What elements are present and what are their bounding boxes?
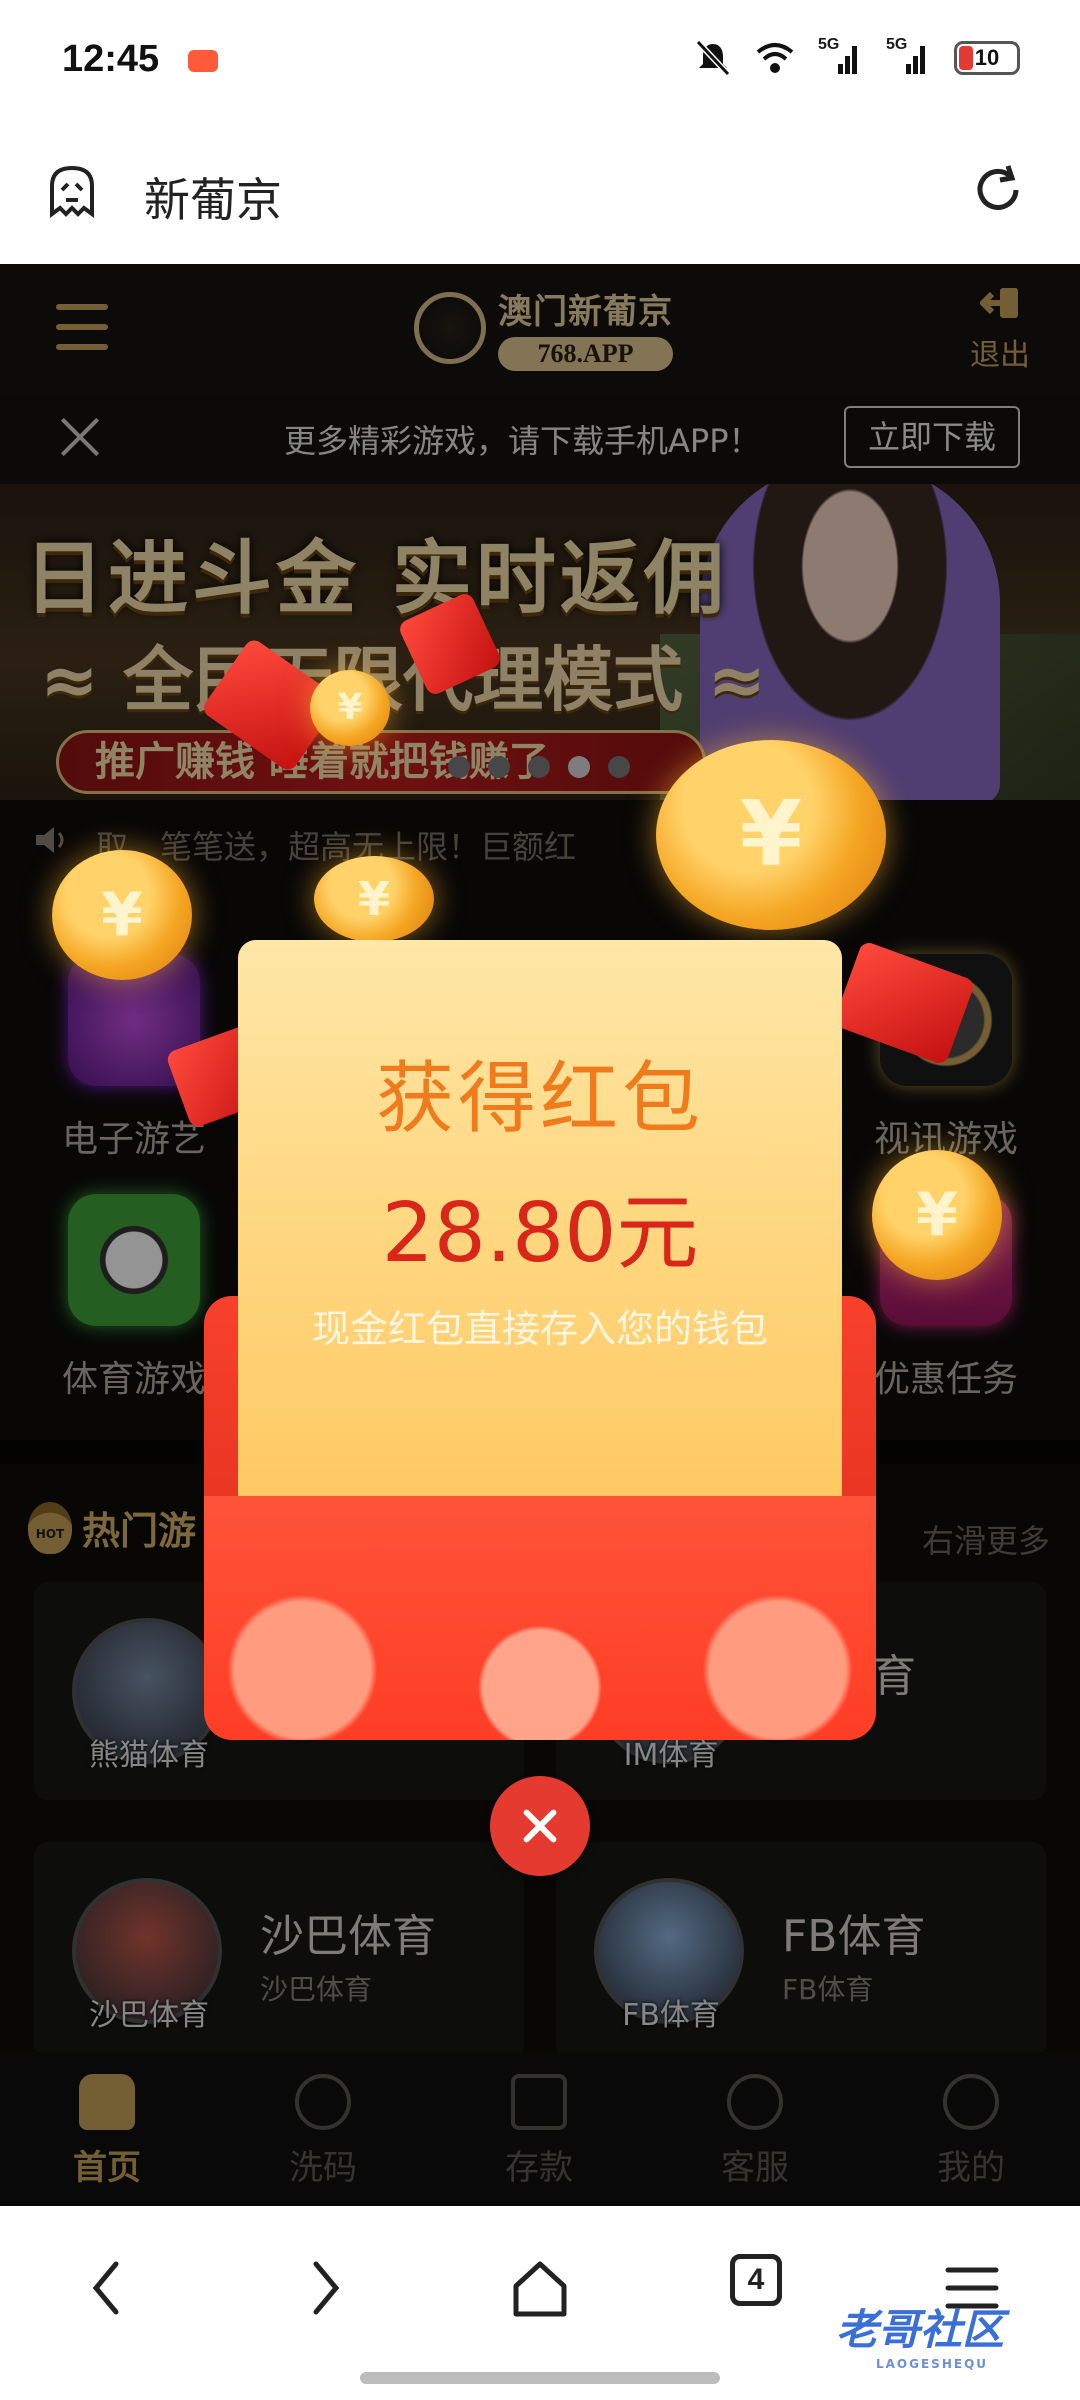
reload-icon[interactable]	[968, 160, 1028, 220]
forward-icon[interactable]	[284, 2248, 364, 2328]
gold-coin-icon: ¥	[314, 856, 434, 942]
tabs-button[interactable]: 4	[730, 2254, 782, 2306]
watermark-sub: LAOGESHEQU	[876, 2357, 989, 2371]
status-icons: 5G 5G 10	[694, 36, 1020, 76]
wifi-icon	[756, 43, 794, 73]
red-packet-front	[204, 1496, 876, 1740]
red-packet-modal[interactable]: 获得红包 28.80元 现金红包直接存入您的钱包	[204, 940, 876, 1740]
red-packet-title: 获得红包	[375, 1054, 704, 1144]
close-modal-button[interactable]	[490, 1776, 590, 1876]
gold-coin-icon: ¥	[656, 740, 886, 930]
back-icon[interactable]	[68, 2248, 148, 2328]
ghost-site-icon[interactable]	[40, 160, 104, 224]
gold-coin-icon: ¥	[310, 670, 390, 746]
battery-icon: 10	[954, 41, 1020, 75]
browser-toolbar: 4 老哥社区 LAOGESHEQU	[0, 2206, 1080, 2400]
signal-5g-2-icon: 5G	[886, 36, 930, 76]
gold-coin-icon: ¥	[872, 1150, 1002, 1280]
gold-coin-icon: ¥	[52, 850, 192, 980]
status-time: 12:45	[62, 38, 160, 80]
home-indicator[interactable]	[360, 2372, 720, 2384]
status-bar: 12:45 5G 5G 10	[0, 0, 1080, 120]
watermark-logo: 老哥社区 LAOGESHEQU	[836, 2296, 1004, 2371]
home-icon[interactable]	[500, 2248, 580, 2328]
red-packet-card: 获得红包 28.80元 现金红包直接存入您的钱包	[238, 940, 842, 1560]
browser-address-bar: 新葡京	[0, 120, 1080, 264]
bell-muted-icon	[695, 40, 731, 76]
signal-5g-icon: 5G	[818, 36, 862, 76]
red-packet-note: 现金红包直接存入您的钱包	[311, 1307, 768, 1351]
page-title[interactable]: 新葡京	[144, 164, 282, 230]
red-packet-amount: 28.80元	[381, 1186, 699, 1281]
red-packet-flower-pattern	[204, 1496, 876, 1740]
watermark-text: 老哥社区	[836, 2305, 1005, 2354]
battery-level: 10	[974, 45, 1000, 70]
notification-app-icon	[188, 50, 218, 72]
